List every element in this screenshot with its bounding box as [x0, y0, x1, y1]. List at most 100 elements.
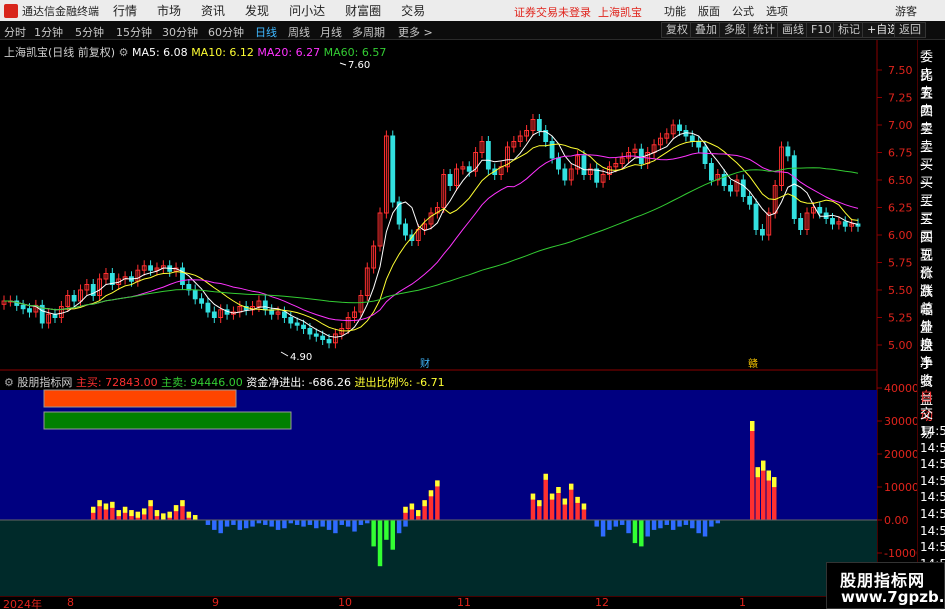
indicator-legend: ⚙ 股朋指标网 主买: 72843.00 主卖: 94446.00 资金净进出:…	[4, 374, 445, 390]
inflow-cap	[167, 511, 172, 518]
multi-stock-button[interactable]: 多股	[719, 22, 751, 38]
candle-body	[747, 196, 753, 205]
inflow-cap	[97, 500, 102, 507]
stock-name: 上海凯宝(日线 前复权)	[4, 46, 116, 59]
period-weekly[interactable]: 周线	[288, 24, 310, 40]
indicator-settings-icon[interactable]: ⚙	[4, 376, 14, 389]
inflow-cap	[568, 483, 574, 490]
candle-body	[71, 295, 77, 302]
candle-body	[785, 146, 791, 157]
price-tick-label: 6.75	[888, 147, 913, 160]
candle-body	[830, 218, 835, 225]
stock-chart[interactable]: 7.50 7.25 7.00 6.75 6.50 6.25 6.00 5.75 5.50 5.25…	[0, 40, 917, 609]
period-daily[interactable]: 日线	[255, 24, 277, 40]
inflow-cap	[543, 473, 548, 480]
inflow-cap	[186, 511, 192, 518]
indicator-lower-bg	[0, 520, 877, 596]
candle-body	[447, 174, 453, 186]
inflow-cap	[530, 493, 536, 500]
period-15min[interactable]: 15分钟	[116, 24, 152, 40]
candle-body	[390, 135, 396, 203]
candle-body	[759, 229, 765, 236]
high-annotation-arrow	[339, 62, 347, 66]
menu-item-ask[interactable]: 问小达	[289, 2, 325, 19]
menu-options[interactable]: 选项	[766, 3, 788, 19]
outflow-bar	[333, 520, 338, 534]
candle-body	[581, 155, 587, 176]
outflow-bar	[231, 520, 236, 525]
candle-body	[20, 304, 26, 310]
price-tick-label: 5.25	[888, 312, 913, 325]
price-tick-label: 5.00	[888, 339, 913, 352]
event-marker[interactable]: 赣	[748, 357, 758, 370]
f10-button[interactable]: F10	[806, 22, 837, 38]
period-5min[interactable]: 5分钟	[75, 24, 104, 40]
draw-line-button[interactable]: 画线	[777, 22, 809, 38]
date-label-year: 2024年	[3, 598, 42, 609]
date-label-oct: 10	[338, 596, 352, 609]
overlay-button[interactable]: 叠加	[690, 22, 722, 38]
guest-login[interactable]: 游客	[895, 3, 917, 19]
menu-formula[interactable]: 公式	[732, 3, 754, 19]
main-buy-label: 主买: 72843.00	[75, 376, 158, 389]
trade-login-notice[interactable]: 证券交易未登录 上海凯宝	[514, 4, 642, 20]
net-flow-label: 资金净进出: -686.26	[246, 376, 351, 389]
back-button[interactable]: 返回	[894, 22, 926, 38]
candle-body	[677, 124, 682, 131]
candle-body	[696, 141, 702, 148]
ma-lines	[4, 131, 859, 338]
watermark-logo: 股朋指标网 www.7gpzb.com	[826, 562, 945, 609]
trade-time: 14:56	[920, 457, 945, 472]
outflow-bar	[352, 520, 357, 532]
period-multi[interactable]: 多周期	[352, 24, 385, 40]
candle-body	[307, 328, 313, 335]
finance-marker[interactable]: 财	[420, 357, 430, 370]
menu-item-discover[interactable]: 发现	[245, 2, 269, 19]
indicator-ticks: 40000 30000 20000 10000 0.00 -10000	[877, 382, 917, 560]
period-intraday[interactable]: 分时	[4, 24, 26, 40]
menu-item-trade[interactable]: 交易	[401, 2, 425, 19]
inflow-cap	[537, 500, 542, 507]
menu-right-group: 功能 版面 公式 选项	[664, 0, 800, 21]
inflow-cap	[135, 511, 141, 518]
menu-bar: 通达信金融终端 行情 市场 资讯 发现 问小达 财富圈 交易	[0, 0, 945, 21]
candle-body	[403, 223, 408, 236]
period-30min[interactable]: 30分钟	[162, 24, 198, 40]
high-annotation: 7.60	[348, 60, 370, 71]
outflow-bar	[403, 520, 408, 527]
inflow-cap	[129, 510, 134, 517]
menu-item-market[interactable]: 行情	[113, 2, 137, 19]
low-annotation: 4.90	[290, 352, 312, 363]
indicator-tick-label: 30000	[884, 415, 917, 428]
menu-item-wealth[interactable]: 财富圈	[345, 2, 381, 19]
menu-item-exchange[interactable]: 市场	[157, 2, 181, 19]
period-more[interactable]: 更多 >	[398, 24, 433, 40]
inflow-cap	[422, 500, 427, 507]
outflow-bar	[250, 520, 255, 527]
candle-body	[313, 333, 319, 337]
outflow-bar	[307, 520, 313, 525]
adjust-button[interactable]: 复权	[661, 22, 693, 38]
stats-button[interactable]: 统计	[748, 22, 780, 38]
app-logo-icon	[4, 3, 18, 18]
menu-layout[interactable]: 版面	[698, 3, 720, 19]
mark-button[interactable]: 标记	[833, 22, 865, 38]
inflow-bar	[543, 473, 548, 520]
period-toolbar: 分时 1分钟 5分钟 15分钟 30分钟 60分钟 日线 周线 月线 多周期 更…	[0, 21, 945, 40]
period-60min[interactable]: 60分钟	[208, 24, 244, 40]
period-1min[interactable]: 1分钟	[34, 24, 63, 40]
outflow-bar	[594, 520, 599, 527]
menu-function[interactable]: 功能	[664, 3, 686, 19]
outflow-bar	[282, 520, 287, 529]
spike-bar	[750, 421, 755, 520]
price-tick-label: 7.00	[888, 119, 913, 132]
inflow-cap	[581, 503, 587, 510]
candle-body	[205, 302, 211, 313]
candle-body	[288, 317, 294, 324]
settings-icon[interactable]: ⚙	[119, 46, 129, 59]
period-monthly[interactable]: 月线	[320, 24, 342, 40]
menu-item-news[interactable]: 资讯	[201, 2, 225, 19]
outflow-bar	[205, 520, 211, 525]
outflow-bar	[651, 520, 657, 530]
outflow-bar	[301, 520, 306, 527]
